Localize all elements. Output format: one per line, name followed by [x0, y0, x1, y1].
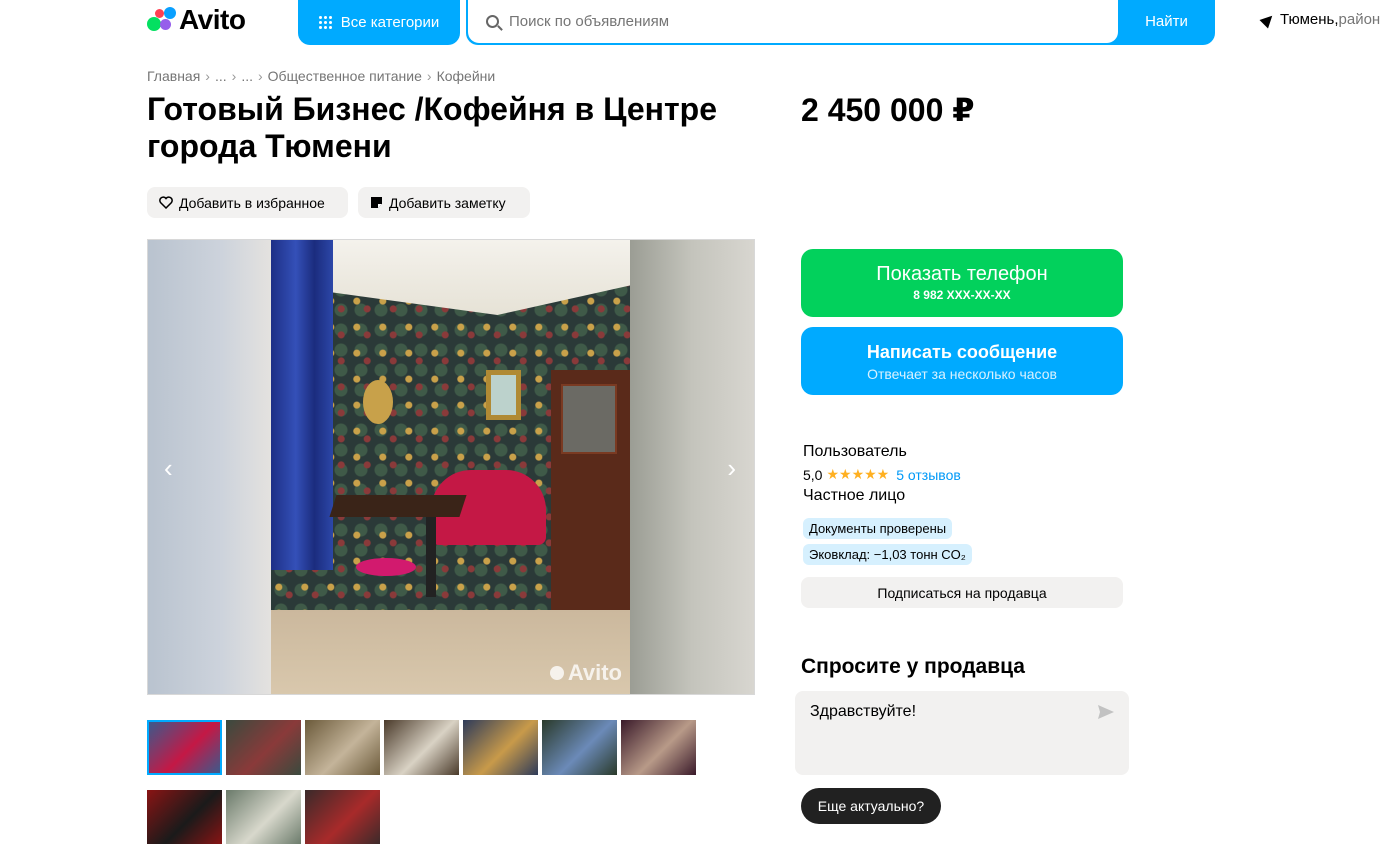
seller-type: Частное лицо — [803, 487, 906, 504]
thumb-9[interactable] — [226, 790, 301, 844]
phone-masked: 8 982 XXX-XX-XX — [913, 288, 1011, 302]
avito-logo-icon — [147, 7, 176, 33]
documents-verified-badge: Документы проверены — [803, 518, 953, 539]
search-input[interactable] — [509, 13, 1089, 30]
show-phone-label: Показать телефон — [876, 263, 1048, 285]
response-time: Отвечает за несколько часов — [867, 366, 1057, 382]
all-categories-label: Все категории — [340, 14, 440, 31]
reviews-link[interactable]: 5 отзывов — [896, 467, 961, 483]
location-arrow-icon — [1259, 11, 1277, 28]
seller-name[interactable]: Пользователь — [803, 443, 907, 461]
breadcrumb-separator: › — [231, 68, 237, 84]
breadcrumb-item[interactable]: ... — [215, 68, 227, 84]
add-note-label: Добавить заметку — [389, 194, 506, 211]
note-icon — [370, 196, 383, 209]
rating-value: 5,0 — [803, 466, 823, 483]
ask-seller-title: Спросите у продавца — [801, 655, 1025, 678]
all-categories-button[interactable]: Все категории — [298, 0, 460, 45]
ask-seller-message-field[interactable]: Здравствуйте! — [795, 691, 1129, 775]
thumb-4[interactable] — [384, 720, 459, 775]
breadcrumb-separator: › — [205, 68, 210, 84]
search-field — [468, 0, 1118, 43]
seller-rating: 5,0 ★★★★★ 5 отзывов — [803, 466, 961, 483]
location-selector[interactable]: Тюмень, район — [1259, 11, 1381, 28]
show-phone-button[interactable]: Показать телефон 8 982 XXX-XX-XX — [801, 249, 1123, 317]
location-city: Тюмень, — [1280, 11, 1339, 28]
listing-price: 2 450 000 ₽ — [801, 92, 975, 128]
gallery-next-arrow-icon[interactable]: › — [727, 455, 736, 481]
avito-logo[interactable]: Avito — [147, 4, 246, 35]
main-photo[interactable]: Avito — [271, 240, 632, 694]
thumb-1[interactable] — [147, 720, 222, 775]
rating-stars-icon: ★★★★★ — [826, 466, 890, 482]
add-to-favorites-button[interactable]: Добавить в избранное — [147, 187, 348, 218]
search-icon — [486, 15, 499, 28]
photo-gallery[interactable]: Avito ‹ › — [147, 239, 755, 695]
thumb-7[interactable] — [621, 720, 696, 775]
add-to-favorites-label: Добавить в избранное — [179, 194, 325, 211]
listing-title: Готовый Бизнес /Кофейня в Центре города … — [147, 91, 717, 164]
avito-watermark: Avito — [549, 660, 622, 686]
thumb-10[interactable] — [305, 790, 380, 844]
watermark-text: Avito — [567, 660, 622, 685]
breadcrumb-item[interactable]: Главная — [147, 68, 200, 84]
search-button[interactable]: Найти — [1118, 0, 1215, 43]
location-district: район — [1338, 11, 1381, 28]
add-note-button[interactable]: Добавить заметку — [358, 187, 530, 218]
write-message-button[interactable]: Написать сообщение Отвечает за несколько… — [801, 327, 1123, 395]
logo-text: Avito — [179, 4, 246, 35]
thumb-5[interactable] — [463, 720, 538, 775]
breadcrumb-item[interactable]: ... — [241, 68, 253, 84]
heart-icon — [159, 196, 173, 209]
breadcrumb-item[interactable]: Кофейни — [437, 68, 496, 84]
breadcrumb-separator: › — [426, 68, 432, 84]
eco-contribution-badge[interactable]: Эковклад: −1,03 тонн CO₂ — [803, 544, 972, 565]
thumb-2[interactable] — [226, 720, 301, 775]
search-bar: Найти — [466, 0, 1215, 45]
gallery-prev-arrow-icon[interactable]: ‹ — [164, 455, 173, 481]
send-icon[interactable] — [1097, 704, 1115, 725]
write-message-label: Написать сообщение — [866, 342, 1058, 362]
breadcrumb: Главная › ... › ... › Общественное питан… — [147, 68, 495, 84]
quick-reply-button[interactable]: Еще актуально? — [801, 788, 941, 824]
breadcrumb-item[interactable]: Общественное питание — [268, 68, 422, 84]
thumb-6[interactable] — [542, 720, 617, 775]
breadcrumb-separator: › — [257, 68, 263, 84]
subscribe-seller-button[interactable]: Подписаться на продавца — [801, 577, 1123, 608]
message-text: Здравствуйте! — [810, 703, 917, 720]
thumb-8[interactable] — [147, 790, 222, 844]
grid-icon — [318, 15, 333, 30]
thumb-3[interactable] — [305, 720, 380, 775]
